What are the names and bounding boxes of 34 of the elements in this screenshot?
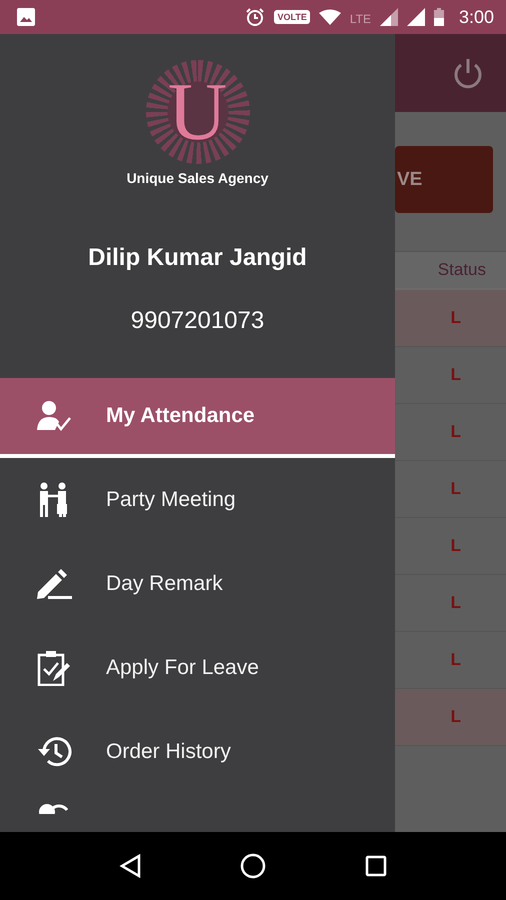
signal-icon <box>380 8 398 26</box>
person-check-icon <box>34 400 74 432</box>
company-name: Unique Sales Agency <box>126 170 268 186</box>
back-icon[interactable] <box>119 854 142 878</box>
menu-item[interactable]: Party Meeting <box>0 458 395 542</box>
pencil-icon <box>34 568 74 600</box>
status-cell: L <box>450 707 461 727</box>
column-header: Status <box>438 260 486 280</box>
alarm-icon <box>245 7 266 27</box>
status-cell: L <box>450 479 461 499</box>
menu-item[interactable]: Order History <box>0 710 395 794</box>
status-cell: L <box>450 650 461 670</box>
status-cell: L <box>450 422 461 442</box>
volte-badge: VOLTE <box>274 10 310 24</box>
gallery-icon <box>17 8 35 26</box>
status-cell: L <box>450 593 461 613</box>
logo: U <box>146 60 250 164</box>
user-name: Dilip Kumar Jangid <box>88 244 307 272</box>
menu-item[interactable]: Apply For Leave <box>0 626 395 710</box>
network-type: LTE <box>350 12 371 26</box>
recents-icon[interactable] <box>364 855 387 877</box>
status-cell: L <box>450 308 461 328</box>
status-cell: L <box>450 536 461 556</box>
menu-item[interactable]: Day Remark <box>0 542 395 626</box>
home-icon[interactable] <box>240 853 266 879</box>
power-icon[interactable] <box>452 57 484 89</box>
menu-item[interactable]: My Attendance <box>0 378 395 458</box>
wifi-icon <box>318 9 341 25</box>
signal-icon <box>406 8 425 26</box>
clock-time: 3:00 <box>458 6 494 28</box>
phone-number: 9907201073 <box>130 307 264 335</box>
status-cell: L <box>450 365 461 385</box>
battery-icon <box>434 8 444 26</box>
leave-button[interactable]: VE <box>395 146 493 213</box>
